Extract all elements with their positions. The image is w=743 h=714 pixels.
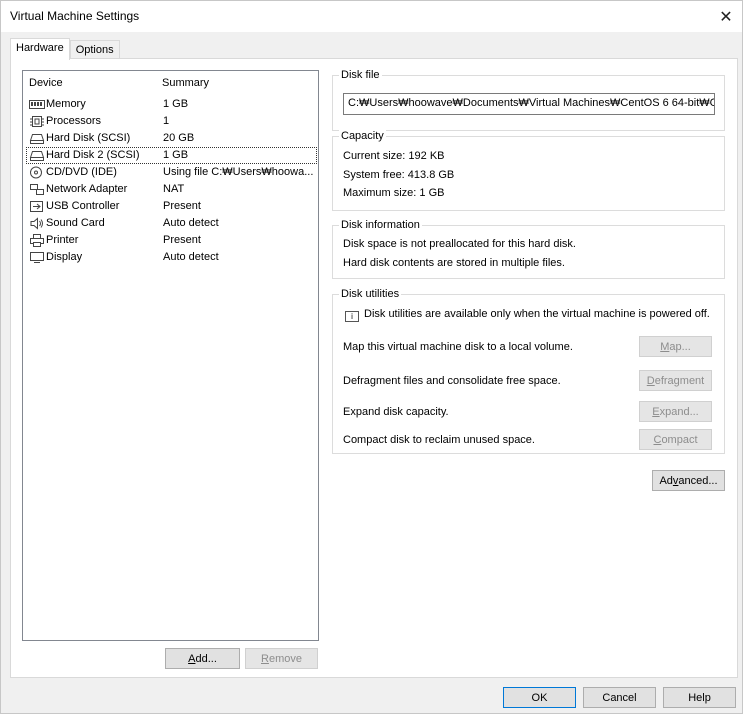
- map-button[interactable]: Map...: [639, 336, 712, 357]
- hardware-tab-panel: Device Summary Memory 1 GB Processors 1 …: [10, 58, 738, 678]
- device-row-processors[interactable]: Processors 1: [26, 113, 317, 130]
- info-icon: i: [345, 311, 359, 322]
- column-header-device[interactable]: Device: [29, 77, 63, 89]
- hard-disk-icon: [29, 151, 45, 161]
- defragment-button-mnemonic: D: [646, 374, 655, 387]
- tab-options[interactable]: Options: [69, 40, 120, 60]
- map-button-mnemonic: M: [660, 340, 670, 353]
- add-button-mnemonic: A: [188, 652, 196, 665]
- device-list[interactable]: Device Summary Memory 1 GB Processors 1 …: [22, 70, 319, 641]
- device-summary: 20 GB: [163, 132, 195, 144]
- device-name: CD/DVD (IDE): [46, 166, 117, 178]
- disk-information-group: Disk information Disk space is not preal…: [332, 219, 725, 279]
- device-row-sound-card[interactable]: Sound Card Auto detect: [26, 215, 317, 232]
- device-name: Printer: [46, 234, 79, 246]
- network-adapter-icon: [30, 184, 44, 195]
- device-summary: 1 GB: [163, 98, 189, 110]
- close-icon[interactable]: ✕: [710, 1, 742, 32]
- device-summary: Auto detect: [163, 251, 219, 263]
- map-description: Map this virtual machine disk to a local…: [343, 341, 573, 353]
- device-row-memory[interactable]: Memory 1 GB: [26, 96, 317, 113]
- add-button-label: dd...: [195, 652, 217, 665]
- processor-icon: [30, 116, 44, 127]
- disk-info-line-2: Hard disk contents are stored in multipl…: [343, 257, 565, 269]
- disk-file-label: Disk file: [339, 69, 382, 81]
- remove-button-label: emove: [268, 652, 302, 665]
- compact-button-mnemonic: C: [653, 433, 662, 446]
- disk-utilities-notice: Disk utilities are available only when t…: [364, 308, 710, 320]
- device-summary: 1 GB: [163, 149, 189, 161]
- dialog-footer: OK Cancel Help: [1, 679, 742, 714]
- device-list-header: Device Summary: [23, 71, 318, 93]
- expand-button[interactable]: Expand...: [639, 401, 712, 422]
- map-button-label: ap...: [669, 340, 691, 353]
- remove-button-mnemonic: R: [261, 652, 269, 665]
- expand-description: Expand disk capacity.: [343, 406, 449, 418]
- cd-dvd-icon: [30, 166, 42, 179]
- disk-utilities-label: Disk utilities: [339, 288, 402, 300]
- display-icon: [30, 252, 44, 263]
- maximum-size-text: Maximum size: 1 GB: [343, 187, 445, 199]
- advanced-button-label: anced...: [678, 474, 718, 487]
- current-size-text: Current size: 192 KB: [343, 150, 445, 162]
- disk-utilities-group: Disk utilities i Disk utilities are avai…: [332, 288, 725, 454]
- device-name: Hard Disk 2 (SCSI): [46, 149, 140, 161]
- device-name: Processors: [46, 115, 102, 127]
- tab-hardware[interactable]: Hardware: [10, 38, 70, 60]
- device-summary: Using file C:₩Users₩hoowa...: [163, 166, 314, 178]
- capacity-group: Capacity Current size: 192 KB System fre…: [332, 130, 725, 211]
- compact-description: Compact disk to reclaim unused space.: [343, 434, 535, 446]
- device-row-network-adapter[interactable]: Network Adapter NAT: [26, 181, 317, 198]
- column-header-summary[interactable]: Summary: [162, 77, 209, 89]
- defragment-button-label: efragment: [654, 374, 705, 387]
- device-summary: Present: [163, 234, 201, 246]
- device-name: USB Controller: [46, 200, 120, 212]
- defragment-description: Defragment files and consolidate free sp…: [343, 375, 561, 387]
- defragment-button[interactable]: Defragment: [639, 370, 712, 391]
- device-summary: NAT: [163, 183, 185, 195]
- cancel-button[interactable]: Cancel: [583, 687, 656, 708]
- expand-button-mnemonic: E: [652, 405, 660, 418]
- advanced-button-prefix: Ad: [659, 474, 673, 487]
- device-row-usb-controller[interactable]: USB Controller Present: [26, 198, 317, 215]
- disk-file-group: Disk file C:₩Users₩hoowave₩Documents₩Vir…: [332, 69, 725, 131]
- vm-settings-window: Virtual Machine Settings ✕ Hardware Opti…: [0, 0, 743, 714]
- remove-hardware-button[interactable]: Remove: [245, 648, 318, 669]
- window-title: Virtual Machine Settings: [10, 9, 140, 23]
- device-name: Hard Disk (SCSI): [46, 132, 131, 144]
- device-summary: Present: [163, 200, 201, 212]
- device-summary: 1: [163, 115, 170, 127]
- title-bar[interactable]: Virtual Machine Settings ✕: [1, 1, 742, 32]
- device-name: Memory: [46, 98, 86, 110]
- memory-icon: [29, 100, 45, 109]
- device-row-hard-disk[interactable]: Hard Disk (SCSI) 20 GB: [26, 130, 317, 147]
- disk-file-path-field[interactable]: C:₩Users₩hoowave₩Documents₩Virtual Machi…: [343, 93, 715, 115]
- compact-button-label: ompact: [661, 433, 698, 446]
- device-summary: Auto detect: [163, 217, 219, 229]
- disk-information-label: Disk information: [339, 219, 422, 231]
- printer-icon: [30, 234, 44, 247]
- add-hardware-button[interactable]: Add...: [165, 648, 240, 669]
- compact-button[interactable]: Compact: [639, 429, 712, 450]
- device-row-hard-disk-2[interactable]: Hard Disk 2 (SCSI) 1 GB: [26, 147, 317, 164]
- system-free-text: System free: 413.8 GB: [343, 169, 455, 181]
- advanced-button[interactable]: Ad v anced...: [652, 470, 725, 491]
- device-row-printer[interactable]: Printer Present: [26, 232, 317, 249]
- capacity-label: Capacity: [339, 130, 386, 142]
- hard-disk-icon: [29, 134, 45, 144]
- device-name: Network Adapter: [46, 183, 128, 195]
- device-name: Sound Card: [46, 217, 105, 229]
- ok-button[interactable]: OK: [503, 687, 576, 708]
- expand-button-label: xpand...: [659, 405, 699, 418]
- device-row-display[interactable]: Display Auto detect: [26, 249, 317, 266]
- device-name: Display: [46, 251, 83, 263]
- tab-strip: Hardware Options: [10, 38, 120, 60]
- device-row-cd-dvd[interactable]: CD/DVD (IDE) Using file C:₩Users₩hoowa..…: [26, 164, 317, 181]
- sound-card-icon: [30, 217, 43, 230]
- usb-icon: [30, 201, 43, 212]
- disk-info-line-1: Disk space is not preallocated for this …: [343, 238, 576, 250]
- help-button[interactable]: Help: [663, 687, 736, 708]
